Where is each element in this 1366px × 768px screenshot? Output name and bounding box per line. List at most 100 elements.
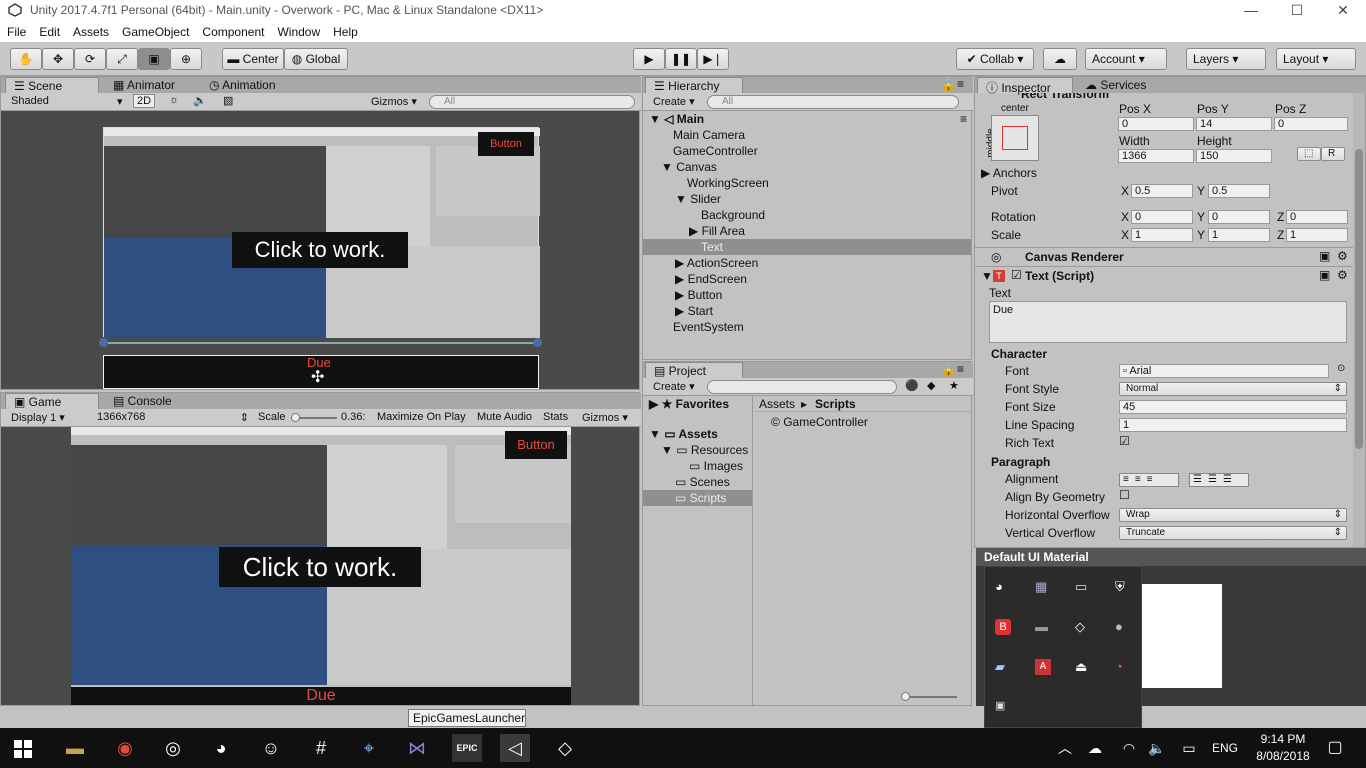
chrome-icon[interactable]: ◉ [110,734,140,762]
game-button[interactable]: Button [505,431,567,459]
menu-help[interactable]: Help [326,22,364,39]
help-book-icon[interactable]: ▣ [1319,249,1330,263]
breadcrumb-scripts[interactable]: Scripts [815,397,856,411]
game-click-text[interactable]: Click to work. [219,547,421,587]
hand-tool-button[interactable]: ✋ [10,48,42,70]
file-gamecontroller[interactable]: © GameController [771,414,868,430]
shading-dropdown[interactable]: Shaded [11,95,49,107]
hierarchy-item-main-camera[interactable]: Main Camera [673,127,745,143]
visual-studio-icon[interactable]: ⋈ [402,734,432,762]
component-gear-icon[interactable]: ⚙ [1337,249,1348,263]
folder-scenes[interactable]: ▭ Scenes [675,474,730,490]
assets-folder[interactable]: ▼ ▭ Assets [649,426,718,442]
blueprint-mode-button[interactable]: ⬚ [1297,147,1321,161]
windows-start-icon[interactable] [14,740,32,758]
collab-dropdown[interactable]: ✔ Collab ▾ [956,48,1034,70]
pos-y-field[interactable]: 14 [1196,117,1272,131]
folder-resources[interactable]: ▼ ▭ Resources [661,442,748,458]
window-tray-icon[interactable]: ▭ [1075,579,1087,595]
tab-services[interactable]: ☁ Services [1077,77,1152,93]
favorites-item[interactable]: ▶ ★ Favorites [649,396,729,412]
unity-hub-tray-icon[interactable]: ◇ [1075,619,1085,635]
rect-tool-button[interactable]: ▣ [138,48,170,70]
hierarchy-create-button[interactable]: Create ▾ [653,95,695,108]
gpu-tray-icon[interactable]: ▬ [1035,619,1048,634]
hierarchy-item-button[interactable]: ▶ Button [675,287,722,303]
height-field[interactable]: 150 [1196,149,1272,163]
language-indicator[interactable]: ENG [1212,741,1238,755]
account-dropdown[interactable]: Account ▾ [1085,48,1167,70]
scale-slider-thumb[interactable] [291,413,300,422]
cloud-button[interactable]: ☁ [1043,48,1077,70]
close-button[interactable]: ✕ [1320,0,1366,22]
resolution-dropdown[interactable]: 1366x768 ⇕ [97,411,249,424]
ring-app-icon[interactable]: ◎ [158,734,188,762]
menu-gameobject[interactable]: GameObject [115,22,195,39]
step-button[interactable]: ▶❘ [697,48,729,70]
antivirus-tray-icon[interactable]: ◔ [1115,659,1123,674]
steam-tray-icon[interactable]: ● [1115,619,1123,634]
scale-tool-button[interactable]: ⤢ [106,48,138,70]
rich-text-checkbox[interactable]: ☑ [1119,434,1130,448]
tab-hierarchy[interactable]: ☰ Hierarchy [645,77,743,93]
minimize-button[interactable]: — [1228,0,1274,22]
pivot-x-field[interactable]: 0.5 [1131,184,1193,198]
mute-audio-toggle[interactable]: Mute Audio [477,411,532,423]
accessibility-tray-icon[interactable]: ▣ [995,699,1005,712]
tab-project[interactable]: ▤ Project [645,362,743,378]
font-style-dropdown[interactable]: Normal ⇕ [1119,382,1347,396]
display-dropdown[interactable]: Display 1 ▾ [11,411,65,424]
rotation-z-field[interactable]: 0 [1286,210,1348,224]
menu-window[interactable]: Window [270,22,326,39]
gizmos-dropdown[interactable]: Gizmos ▾ [371,95,417,108]
canvas-renderer-header[interactable]: ◎ Canvas Renderer ▣ ⚙ [975,247,1355,265]
scene-handle-right[interactable] [533,338,542,347]
rotate-tool-button[interactable]: ⟳ [74,48,106,70]
discord-tray-icon[interactable]: ◕ [995,579,1003,594]
text-help-icon[interactable]: ▣ [1319,268,1330,282]
scene-search-input[interactable]: All [429,95,635,109]
hierarchy-item-workingscreen[interactable]: WorkingScreen [687,175,769,191]
scene-viewport[interactable]: Button Click to work. Due ✣ [1,111,639,389]
hierarchy-item-text-selected[interactable]: Text [643,239,971,255]
object-picker-icon[interactable]: ⊙ [1337,363,1345,374]
line-spacing-field[interactable]: 1 [1119,418,1347,432]
tab-console[interactable]: ▤ Console [105,393,178,409]
tab-animation[interactable]: ◷ Animation [201,77,282,93]
menu-assets[interactable]: Assets [66,22,115,39]
width-field[interactable]: 1366 [1118,149,1194,163]
space-global-button[interactable]: ◍ Global [284,48,348,70]
favorite-star-icon[interactable]: ★ [949,379,959,392]
wifi-icon[interactable]: ◠ [1114,734,1144,762]
project-create-button[interactable]: Create ▾ [653,380,695,393]
rotation-y-field[interactable]: 0 [1208,210,1270,224]
play-button[interactable]: ▶ [633,48,665,70]
pos-x-field[interactable]: 0 [1118,117,1194,131]
font-size-field[interactable]: 45 [1119,400,1347,414]
align-geometry-checkbox[interactable]: ☐ [1119,488,1130,502]
hierarchy-item-gamecontroller[interactable]: GameController [673,143,758,159]
hierarchy-item-background[interactable]: Background [701,207,765,223]
move-tool-button[interactable]: ✥ [42,48,74,70]
anchor-presets-button[interactable] [991,115,1039,161]
vertical-overflow-dropdown[interactable]: Truncate ⇕ [1119,526,1347,540]
brave-tray-icon[interactable]: B [995,619,1011,635]
2d-toggle[interactable]: 2D [133,94,156,108]
icon-size-slider-thumb[interactable] [901,692,910,701]
menu-component[interactable]: Component [195,22,270,39]
filter-type-icon[interactable]: ⚫ [905,379,919,392]
unity-taskbar-icon[interactable]: ◁ [500,734,530,762]
pivot-center-button[interactable]: ▬ Center [222,48,284,70]
folder-images[interactable]: ▭ Images [689,458,743,474]
scale-y-field[interactable]: 1 [1208,228,1270,242]
project-search-input[interactable] [707,380,897,394]
pause-button[interactable]: ❚❚ [665,48,697,70]
tab-animator[interactable]: ▦ Animator [105,77,181,93]
volume-icon[interactable]: 🔈 [1142,734,1172,762]
icon-size-slider[interactable] [901,692,957,701]
slack-icon[interactable]: # [306,734,336,762]
anchors-foldout[interactable]: ▶ Anchors [981,165,1037,181]
pos-z-field[interactable]: 0 [1274,117,1348,131]
audio-icon[interactable]: 🔈 [193,94,207,107]
horizontal-alignment-buttons[interactable]: ≡≡≡ [1119,473,1179,487]
